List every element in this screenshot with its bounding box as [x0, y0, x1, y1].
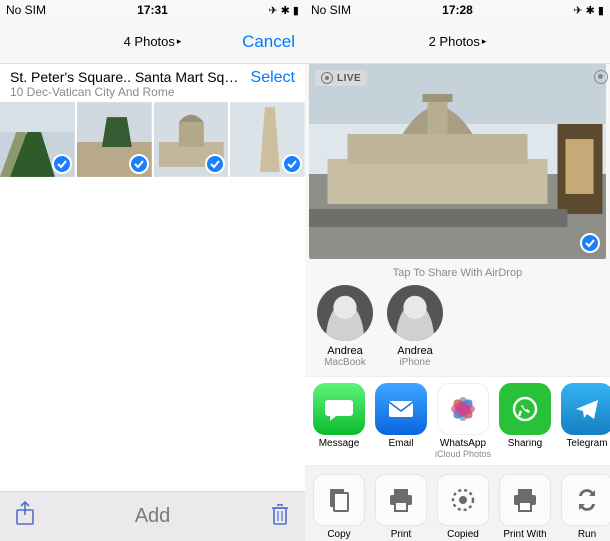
clipper-icon [437, 474, 489, 526]
app-telegram[interactable]: Telegram [559, 383, 610, 459]
collection-subtitle: 10 Dec-Vatican City And Rome [10, 85, 245, 99]
action-printer-pro[interactable]: Print With Printer Pro [497, 474, 553, 541]
action-clipper[interactable]: Copied Clipper [435, 474, 491, 541]
avatar [387, 285, 443, 341]
photo-count: 2 Photos▸ [429, 34, 487, 49]
nav-bar: 2 Photos▸ [305, 20, 610, 64]
add-button[interactable]: Add [135, 505, 171, 528]
status-icons: ✈ ✱ ▮ [573, 4, 604, 17]
share-icon[interactable] [14, 501, 36, 532]
message-icon [313, 383, 365, 435]
airdrop-contacts: Andrea MacBook Andrea iPhone [305, 285, 610, 376]
checkmark-icon [129, 154, 149, 174]
status-icons: ✈ ✱ ▮ [268, 4, 299, 17]
action-row: Copy Print Copied Clipper Print With Pri… [305, 466, 610, 541]
cancel-button[interactable]: Cancel [242, 32, 295, 52]
clock: 17:28 [442, 3, 473, 17]
telegram-icon [561, 383, 610, 435]
clock: 17:31 [137, 3, 168, 17]
airdrop-caption: Tap To Share With AirDrop [305, 267, 610, 279]
carrier-label: No SIM [311, 3, 351, 17]
print-icon [375, 474, 427, 526]
photos-icon [437, 383, 489, 435]
airdrop-contact[interactable]: Andrea MacBook [315, 285, 375, 368]
photo-thumbnail[interactable] [154, 102, 229, 177]
trash-icon[interactable] [269, 501, 291, 532]
workflow-icon [561, 474, 610, 526]
avatar [317, 285, 373, 341]
photo-thumbnail[interactable] [230, 102, 305, 177]
photo-count: 4 Photos▸ [124, 34, 182, 49]
app-message[interactable]: Message [311, 383, 367, 459]
app-whatsapp[interactable]: Sharing [497, 383, 553, 459]
live-icon [594, 70, 608, 84]
collection-title: St. Peter's Square.. Santa Mart Square..… [10, 69, 245, 85]
photo-thumbnail[interactable] [0, 102, 75, 177]
app-icloud-photos[interactable]: WhatsApp iCloud Photos [435, 383, 491, 459]
collection-header: St. Peter's Square.. Santa Mart Square..… [0, 64, 305, 102]
carrier-label: No SIM [6, 3, 46, 17]
share-apps-row: Message Email WhatsApp iCloud Photos Sha… [305, 376, 610, 466]
thumbnail-row [0, 102, 305, 177]
action-workflow[interactable]: Run Workflow [559, 474, 610, 541]
mail-icon [375, 383, 427, 435]
nav-bar: 4 Photos▸ Cancel [0, 20, 305, 64]
checkmark-icon [282, 154, 302, 174]
action-print[interactable]: Print [373, 474, 429, 541]
photo-thumbnail[interactable] [77, 102, 152, 177]
app-email[interactable]: Email [373, 383, 429, 459]
status-bar: No SIM 17:31 ✈ ✱ ▮ [0, 0, 305, 20]
printer-pro-icon [499, 474, 551, 526]
action-copy[interactable]: Copy [311, 474, 367, 541]
left-screenshot: No SIM 17:31 ✈ ✱ ▮ 4 Photos▸ Cancel St. … [0, 0, 305, 541]
checkmark-icon [52, 154, 72, 174]
right-screenshot: No SIM 17:28 ✈ ✱ ▮ 2 Photos▸ [305, 0, 610, 541]
copy-icon [313, 474, 365, 526]
whatsapp-icon [499, 383, 551, 435]
photo-preview[interactable]: LIVE [309, 64, 606, 259]
select-button[interactable]: Select [245, 69, 295, 87]
bottom-toolbar: Add [0, 491, 305, 541]
live-icon [321, 72, 333, 84]
checkmark-icon [580, 233, 600, 253]
live-badge: LIVE [315, 70, 367, 86]
status-bar: No SIM 17:28 ✈ ✱ ▮ [305, 0, 610, 20]
airdrop-contact[interactable]: Andrea iPhone [385, 285, 445, 368]
